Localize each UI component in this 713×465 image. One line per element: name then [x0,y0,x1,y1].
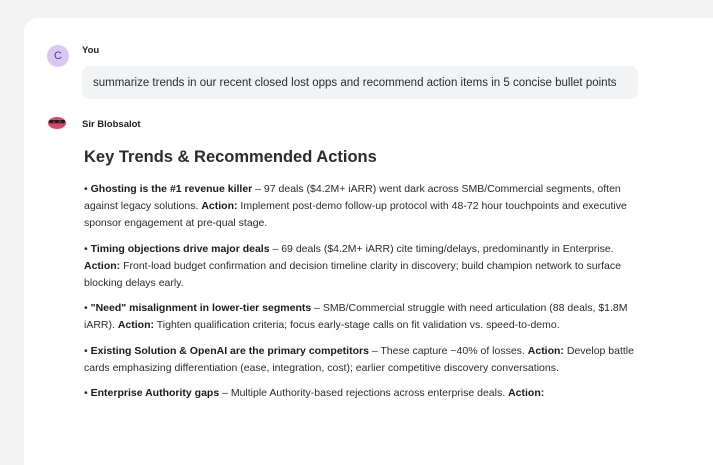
action-label: Action: [527,344,564,357]
list-item: • Ghosting is the #1 revenue killer – 97… [84,181,644,233]
bullet-title: "Need" misalignment in lower-tier segmen… [90,302,312,315]
bullet-title: Enterprise Authority gaps [90,387,220,400]
action-label: Action: [201,200,238,213]
blob-avatar-icon [48,117,66,129]
bullet-title: Ghosting is the #1 revenue killer [90,183,253,195]
bullet-text: – 69 deals ($4.2M+ iARR) cite timing/del… [269,242,614,255]
list-item: • Enterprise Authority gaps – Multiple A… [84,385,644,402]
assistant-answer: Key Trends & Recommended Actions • Ghost… [84,148,644,410]
bullet-marker: • [84,344,88,357]
user-message-bubble: summarize trends in our recent closed lo… [82,66,638,99]
answer-heading: Key Trends & Recommended Actions [84,148,377,166]
user-name: You [82,45,100,56]
bullet-text: – Multiple Authority-based rejections ac… [219,387,509,400]
bullet-marker: • [84,183,88,195]
list-item: • "Need" misalignment in lower-tier segm… [84,300,644,334]
user-message-text: summarize trends in our recent closed lo… [93,76,617,89]
user-avatar: C [47,45,69,67]
chat-panel: C You summarize trends in our recent clo… [24,18,713,465]
action-label: Action: [508,387,545,400]
action-label: Action: [117,319,155,332]
list-item: • Existing Solution & OpenAI are the pri… [84,343,644,377]
bullet-title: Existing Solution & OpenAI are the prima… [90,344,369,357]
action-text: Front-load budget confirmation and decis… [84,259,621,290]
list-item: • Timing objections drive major deals – … [84,241,644,293]
action-label: Action: [84,259,121,272]
assistant-name: Sir Blobsalot [82,119,141,130]
bullet-title: Timing objections drive major deals [90,242,270,255]
bullet-text: – These capture ~40% of losses. [368,344,528,357]
bullet-marker: • [84,387,88,400]
action-text: Tighten qualification criteria; focus ea… [154,319,560,332]
bullet-marker: • [84,242,88,255]
bullet-marker: • [84,302,88,315]
